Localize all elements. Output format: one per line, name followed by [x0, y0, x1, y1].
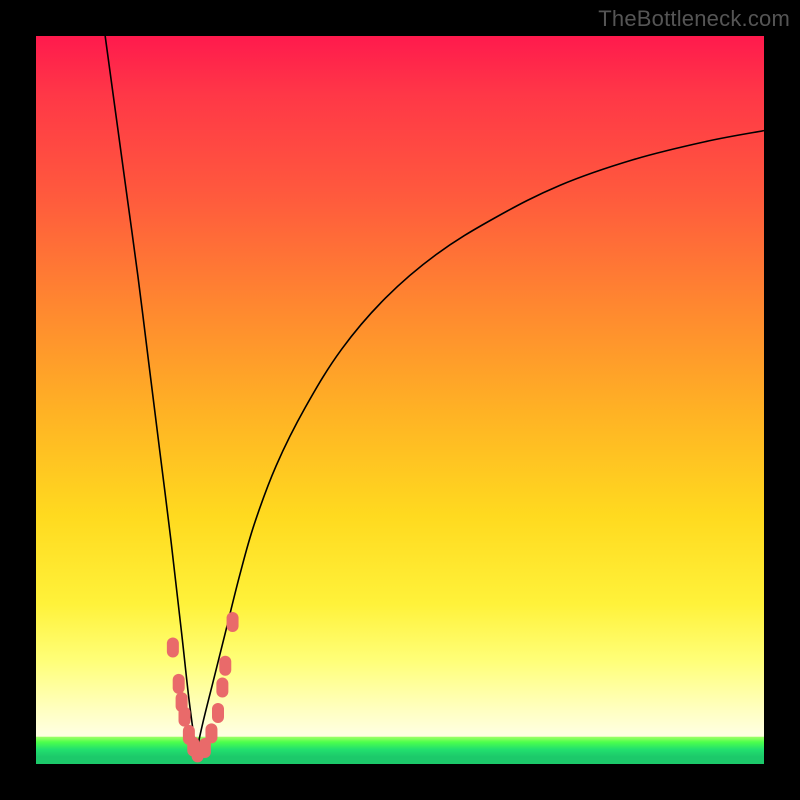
data-marker [227, 612, 239, 632]
left-branch-curve [105, 36, 196, 753]
data-marker [212, 703, 224, 723]
data-marker [205, 723, 217, 743]
data-marker [167, 638, 179, 658]
chart-frame: TheBottleneck.com [0, 0, 800, 800]
plot-area [36, 36, 764, 764]
curve-layer [36, 36, 764, 764]
watermark-text: TheBottleneck.com [598, 6, 790, 32]
data-marker [179, 707, 191, 727]
data-marker [216, 678, 228, 698]
marker-group [167, 612, 239, 762]
data-marker [219, 656, 231, 676]
right-branch-curve [196, 131, 764, 753]
data-marker [173, 674, 185, 694]
